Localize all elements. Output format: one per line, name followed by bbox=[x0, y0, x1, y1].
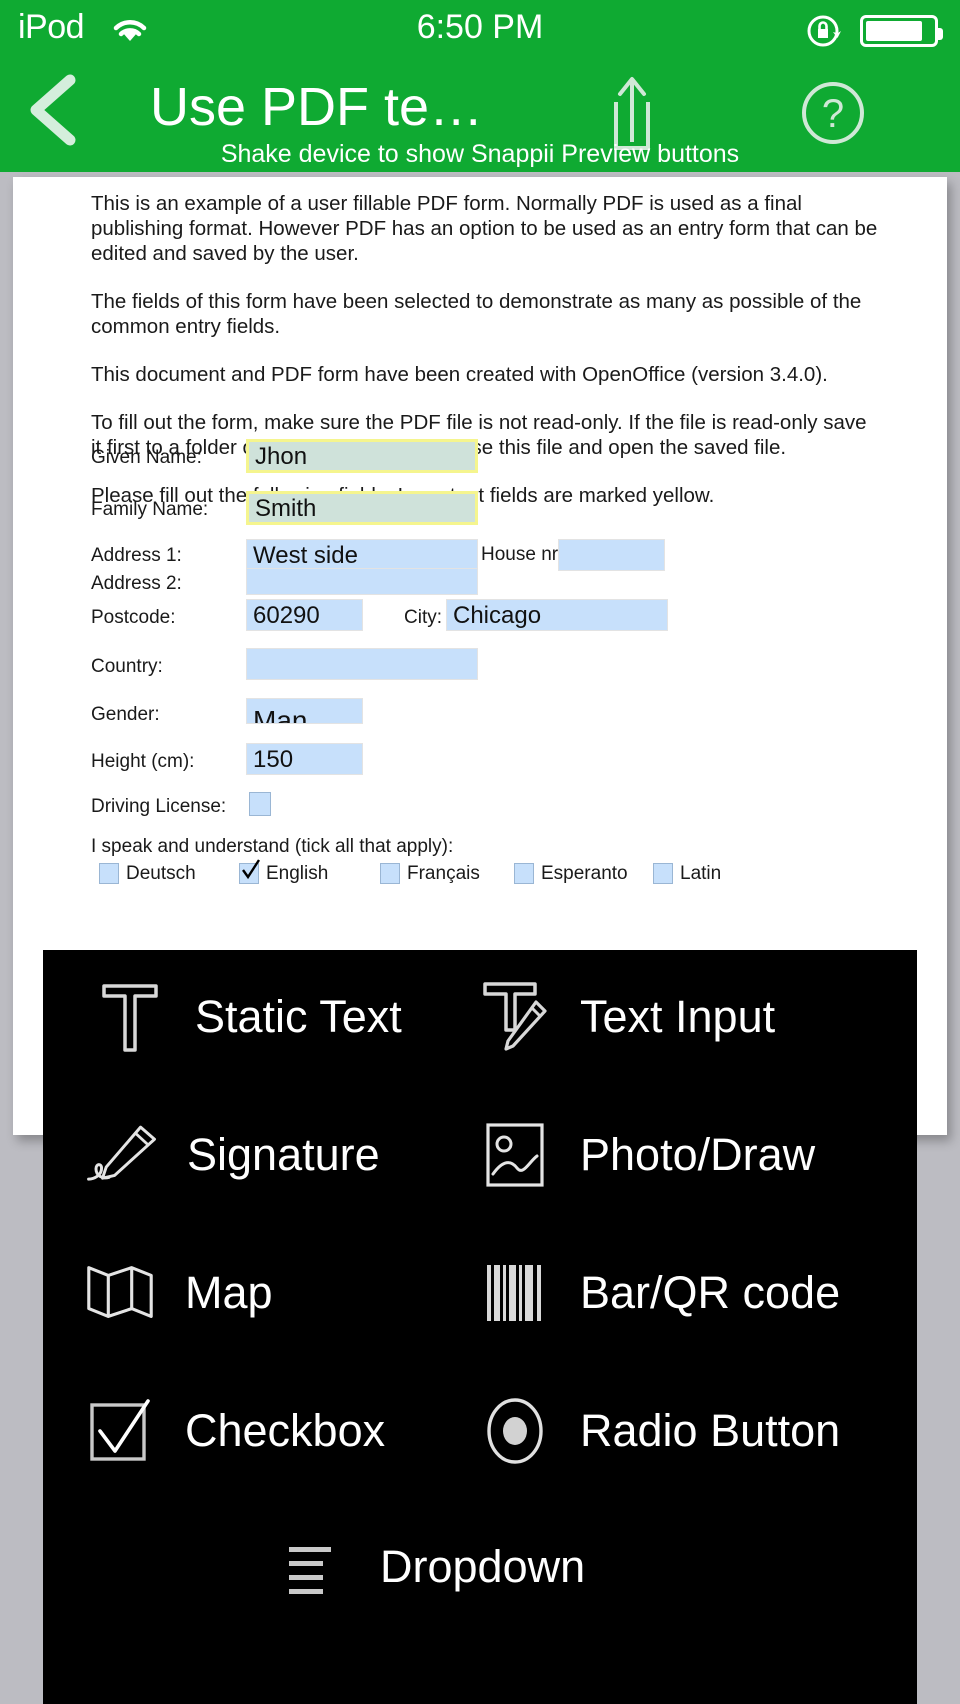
signature-icon bbox=[83, 1116, 161, 1194]
pdf-form: Given Name: Jhon Family Name: Smith Addr… bbox=[91, 437, 891, 896]
checkbox-icon bbox=[81, 1392, 159, 1470]
form-row-driving-license: Driving License: bbox=[91, 790, 891, 836]
address2-input[interactable] bbox=[246, 568, 478, 595]
address2-label: Address 2: bbox=[91, 573, 182, 594]
field-type-panel: Static Text Text Input Signature Photo/D… bbox=[43, 950, 917, 1704]
checkmark-icon bbox=[241, 859, 261, 881]
address1-input[interactable]: West side bbox=[246, 539, 478, 571]
tool-signature-label: Signature bbox=[187, 1129, 380, 1180]
status-bar: iPod 6:50 PM bbox=[0, 0, 960, 58]
static-text-icon bbox=[91, 978, 169, 1056]
form-row-address2: Address 2: bbox=[91, 568, 891, 600]
dropdown-icon bbox=[276, 1528, 354, 1606]
svg-text:?: ? bbox=[822, 92, 844, 136]
country-label: Country: bbox=[91, 656, 163, 677]
height-label: Height (cm): bbox=[91, 751, 195, 772]
form-row-given-name: Given Name: Jhon bbox=[91, 437, 891, 489]
form-row-country: Country: bbox=[91, 648, 891, 696]
tool-photo-draw[interactable]: Photo/Draw bbox=[476, 1116, 815, 1194]
esperanto-checkbox[interactable] bbox=[514, 863, 534, 884]
francais-label: Français bbox=[407, 863, 480, 884]
family-name-input[interactable]: Smith bbox=[246, 491, 478, 525]
family-name-label: Family Name: bbox=[91, 499, 209, 520]
back-button[interactable] bbox=[26, 74, 82, 146]
form-row-postcode-city: Postcode: 60290 City: Chicago bbox=[91, 599, 891, 648]
given-name-input[interactable]: Jhon bbox=[246, 439, 478, 473]
radio-button-icon bbox=[476, 1392, 554, 1470]
tool-photo-draw-label: Photo/Draw bbox=[580, 1129, 816, 1180]
gender-label: Gender: bbox=[91, 704, 160, 725]
tool-checkbox-label: Checkbox bbox=[185, 1405, 386, 1456]
text-input-icon bbox=[476, 978, 554, 1056]
postcode-label: Postcode: bbox=[91, 607, 176, 628]
app-header: iPod 6:50 PM Use PDF te… ? Shake device … bbox=[0, 0, 960, 172]
intro-paragraph: This is an example of a user fillable PD… bbox=[91, 192, 878, 265]
tool-barcode-label: Bar/QR code bbox=[580, 1267, 841, 1318]
navigation-bar: Use PDF te… ? Shake device to show Snapp… bbox=[0, 58, 960, 172]
height-input[interactable]: 150 bbox=[246, 743, 363, 775]
form-row-gender: Gender: Man bbox=[91, 696, 891, 743]
tool-radio-button-label: Radio Button bbox=[580, 1405, 841, 1456]
tool-map[interactable]: Map bbox=[81, 1254, 273, 1332]
francais-checkbox[interactable] bbox=[380, 863, 400, 884]
city-label: City: bbox=[404, 607, 442, 628]
intro-paragraph: The fields of this form have been select… bbox=[91, 290, 862, 338]
deutsch-label: Deutsch bbox=[126, 863, 196, 884]
postcode-input[interactable]: 60290 bbox=[246, 599, 363, 631]
page-title: Use PDF te… bbox=[150, 77, 484, 137]
tool-dropdown[interactable]: Dropdown bbox=[276, 1528, 585, 1606]
tool-static-text[interactable]: Static Text bbox=[91, 978, 402, 1056]
tool-barcode[interactable]: Bar/QR code bbox=[476, 1254, 840, 1332]
form-row-family-name: Family Name: Smith bbox=[91, 489, 891, 541]
question-mark-icon[interactable]: ? bbox=[800, 80, 866, 146]
address1-label: Address 1: bbox=[91, 545, 182, 566]
city-input[interactable]: Chicago bbox=[446, 599, 668, 631]
tool-radio-button[interactable]: Radio Button bbox=[476, 1392, 840, 1470]
rotation-lock-icon bbox=[806, 12, 844, 50]
photo-draw-icon bbox=[476, 1116, 554, 1194]
form-row-address1: Address 1: West side House nr: bbox=[91, 539, 891, 571]
driving-license-label: Driving License: bbox=[91, 796, 227, 817]
english-label: English bbox=[266, 863, 329, 884]
latin-label: Latin bbox=[680, 863, 722, 884]
map-icon bbox=[81, 1254, 159, 1332]
house-nr-label: House nr: bbox=[481, 544, 564, 565]
languages-checkbox-row: Deutsch English Français Esperanto Latin bbox=[91, 859, 891, 888]
languages-group: I speak and understand (tick all that ap… bbox=[91, 836, 891, 896]
intro-paragraph: This document and PDF form have been cre… bbox=[91, 363, 828, 386]
tool-map-label: Map bbox=[185, 1267, 273, 1318]
navbar-subtitle: Shake device to show Snappii Preview but… bbox=[220, 140, 740, 168]
driving-license-checkbox[interactable] bbox=[249, 792, 271, 816]
form-row-height: Height (cm): 150 bbox=[91, 743, 891, 790]
esperanto-label: Esperanto bbox=[541, 863, 628, 884]
tool-signature[interactable]: Signature bbox=[83, 1116, 380, 1194]
latin-checkbox[interactable] bbox=[653, 863, 673, 884]
battery-icon bbox=[860, 15, 943, 47]
tool-static-text-label: Static Text bbox=[195, 991, 402, 1042]
tool-text-input-label: Text Input bbox=[580, 991, 776, 1042]
deutsch-checkbox[interactable] bbox=[99, 863, 119, 884]
tool-checkbox[interactable]: Checkbox bbox=[81, 1392, 385, 1470]
tool-text-input[interactable]: Text Input bbox=[476, 978, 775, 1056]
gender-select[interactable]: Man bbox=[246, 698, 363, 724]
given-name-label: Given Name: bbox=[91, 447, 202, 468]
languages-title: I speak and understand (tick all that ap… bbox=[91, 836, 454, 857]
country-input[interactable] bbox=[246, 648, 478, 680]
house-nr-input[interactable] bbox=[558, 539, 665, 571]
tool-dropdown-label: Dropdown bbox=[380, 1541, 586, 1592]
barcode-icon bbox=[476, 1254, 554, 1332]
